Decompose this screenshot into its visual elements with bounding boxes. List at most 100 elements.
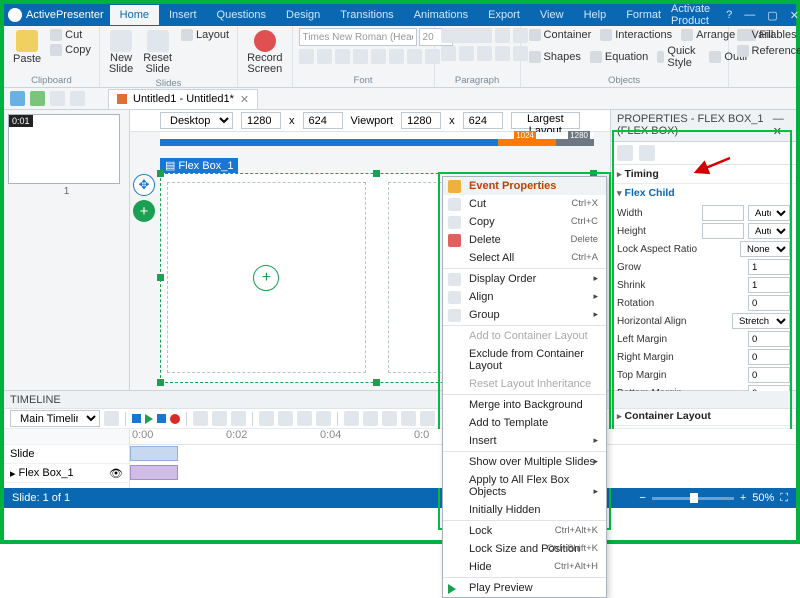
undo-icon[interactable]: [10, 91, 25, 106]
maximize-icon[interactable]: ▢: [761, 7, 783, 24]
tab-transitions[interactable]: Transitions: [330, 5, 403, 25]
tab-format[interactable]: Format: [616, 5, 671, 25]
record-screen-button[interactable]: Record Screen: [244, 28, 285, 77]
close-doc-icon[interactable]: ✕: [240, 93, 249, 106]
zoomin-icon[interactable]: [212, 411, 227, 426]
bullets-icon[interactable]: [441, 28, 456, 43]
menu-lock[interactable]: LockCtrl+Alt+K: [443, 522, 606, 540]
rotation-input[interactable]: [748, 295, 790, 311]
fontcolor-icon[interactable]: [407, 49, 422, 64]
italic-icon[interactable]: [317, 49, 332, 64]
tab-design[interactable]: Design: [276, 5, 330, 25]
menu-cut[interactable]: CutCtrl+X: [443, 195, 606, 213]
shrink-input[interactable]: [748, 277, 790, 293]
zoom-fit-icon[interactable]: ⛶: [780, 492, 788, 505]
zoom-out-icon[interactable]: −: [639, 492, 645, 504]
prop-tab-icon[interactable]: [639, 145, 655, 161]
menu-add-template[interactable]: Add to Template: [443, 414, 606, 432]
align-justify-icon[interactable]: [495, 46, 510, 61]
right-margin-input[interactable]: [748, 349, 790, 365]
align-center-icon[interactable]: [459, 46, 474, 61]
reset-slide-button[interactable]: Reset Slide: [140, 28, 175, 77]
shapes-button[interactable]: Shapes: [527, 44, 583, 70]
menu-delete[interactable]: DeleteDelete: [443, 231, 606, 249]
interactions-button[interactable]: Interactions: [598, 28, 674, 42]
menu-initially-hidden[interactable]: Initially Hidden: [443, 501, 606, 519]
track-flexbox[interactable]: ▸Flex Box_1👁: [4, 464, 129, 483]
width-input[interactable]: [702, 205, 744, 221]
redo2-icon[interactable]: [70, 91, 85, 106]
width-unit[interactable]: Auto: [748, 205, 790, 221]
new-slide-button[interactable]: New Slide: [106, 28, 136, 77]
menu-select-all[interactable]: Select AllCtrl+A: [443, 249, 606, 267]
zoom-in-icon[interactable]: +: [740, 492, 746, 504]
flexbox-clip[interactable]: [130, 465, 178, 480]
tab-animations[interactable]: Animations: [404, 5, 478, 25]
menu-display-order[interactable]: Display Order▸: [443, 270, 606, 288]
menu-align[interactable]: Align▸: [443, 288, 606, 306]
slide-thumbnail[interactable]: 0:01: [8, 114, 120, 184]
grow-input[interactable]: [748, 259, 790, 275]
tl-tool-icon[interactable]: [259, 411, 274, 426]
menu-exclude-container[interactable]: Exclude from Container Layout: [443, 345, 606, 375]
tab-insert[interactable]: Insert: [159, 5, 207, 25]
tl-tool-icon[interactable]: [401, 411, 416, 426]
zoom-slider[interactable]: [652, 497, 734, 500]
add-child-icon[interactable]: +: [133, 200, 155, 222]
redo-icon[interactable]: [50, 91, 65, 106]
tab-export[interactable]: Export: [478, 5, 530, 25]
tab-view[interactable]: View: [530, 5, 574, 25]
close-icon[interactable]: ✕: [784, 7, 800, 24]
reference-button[interactable]: Reference: [735, 44, 800, 58]
flexbox-label[interactable]: ▤Flex Box_1: [160, 158, 238, 173]
indent-dec-icon[interactable]: [477, 28, 492, 43]
stop-icon[interactable]: [132, 414, 141, 423]
lock-aspect-select[interactable]: None: [740, 241, 790, 257]
strike-icon[interactable]: [353, 49, 368, 64]
menu-insert[interactable]: Insert▸: [443, 432, 606, 450]
canvas-height[interactable]: [303, 112, 343, 129]
tab-questions[interactable]: Questions: [207, 5, 277, 25]
viewport-width[interactable]: [401, 112, 441, 129]
super-icon[interactable]: [371, 49, 386, 64]
height-input[interactable]: [702, 223, 744, 239]
layout-button[interactable]: Layout: [179, 28, 231, 42]
record-icon[interactable]: [170, 414, 180, 424]
menu-merge-bg[interactable]: Merge into Background: [443, 396, 606, 414]
height-unit[interactable]: Auto: [748, 223, 790, 239]
tl-tool-icon[interactable]: [278, 411, 293, 426]
paste-button[interactable]: Paste: [10, 28, 44, 67]
tl-tool-icon[interactable]: [363, 411, 378, 426]
tl-tool-icon[interactable]: [382, 411, 397, 426]
numbering-icon[interactable]: [459, 28, 474, 43]
tl-tool-icon[interactable]: [297, 411, 312, 426]
tl-goto-icon[interactable]: [104, 411, 119, 426]
indent-inc-icon[interactable]: [495, 28, 510, 43]
halign-select[interactable]: Stretch: [732, 313, 790, 329]
document-tab[interactable]: Untitled1 - Untitled1* ✕: [108, 89, 258, 109]
sub-icon[interactable]: [389, 49, 404, 64]
pause-icon[interactable]: [157, 414, 166, 423]
canvas-width[interactable]: [241, 112, 281, 129]
menu-event-properties[interactable]: Event Properties: [443, 177, 606, 195]
variables-button[interactable]: Variables: [735, 28, 799, 42]
font-name-select[interactable]: [299, 28, 417, 46]
top-margin-input[interactable]: [748, 367, 790, 383]
largest-layout-button[interactable]: Largest Layout: [511, 112, 580, 129]
menu-hide[interactable]: HideCtrl+Alt+H: [443, 558, 606, 576]
group-flex-child[interactable]: Flex Child: [611, 184, 796, 202]
tab-help[interactable]: Help: [574, 5, 617, 25]
viewport-height[interactable]: [463, 112, 503, 129]
minimize-icon[interactable]: —: [738, 7, 761, 23]
bold-icon[interactable]: [299, 49, 314, 64]
menu-play-preview[interactable]: Play Preview: [443, 579, 606, 597]
play-icon[interactable]: [145, 414, 153, 424]
equation-button[interactable]: Equation: [588, 44, 650, 70]
menu-lock-size[interactable]: Lock Size and PositionCtrl+Shift+K: [443, 540, 606, 558]
timeline-select[interactable]: Main Timeline: [10, 410, 100, 427]
copy-button[interactable]: Copy: [48, 43, 93, 57]
tl-tool-icon[interactable]: [420, 411, 435, 426]
tl-tool-icon[interactable]: [316, 411, 331, 426]
cut-button[interactable]: Cut: [48, 28, 93, 42]
slide-clip[interactable]: [130, 446, 178, 461]
